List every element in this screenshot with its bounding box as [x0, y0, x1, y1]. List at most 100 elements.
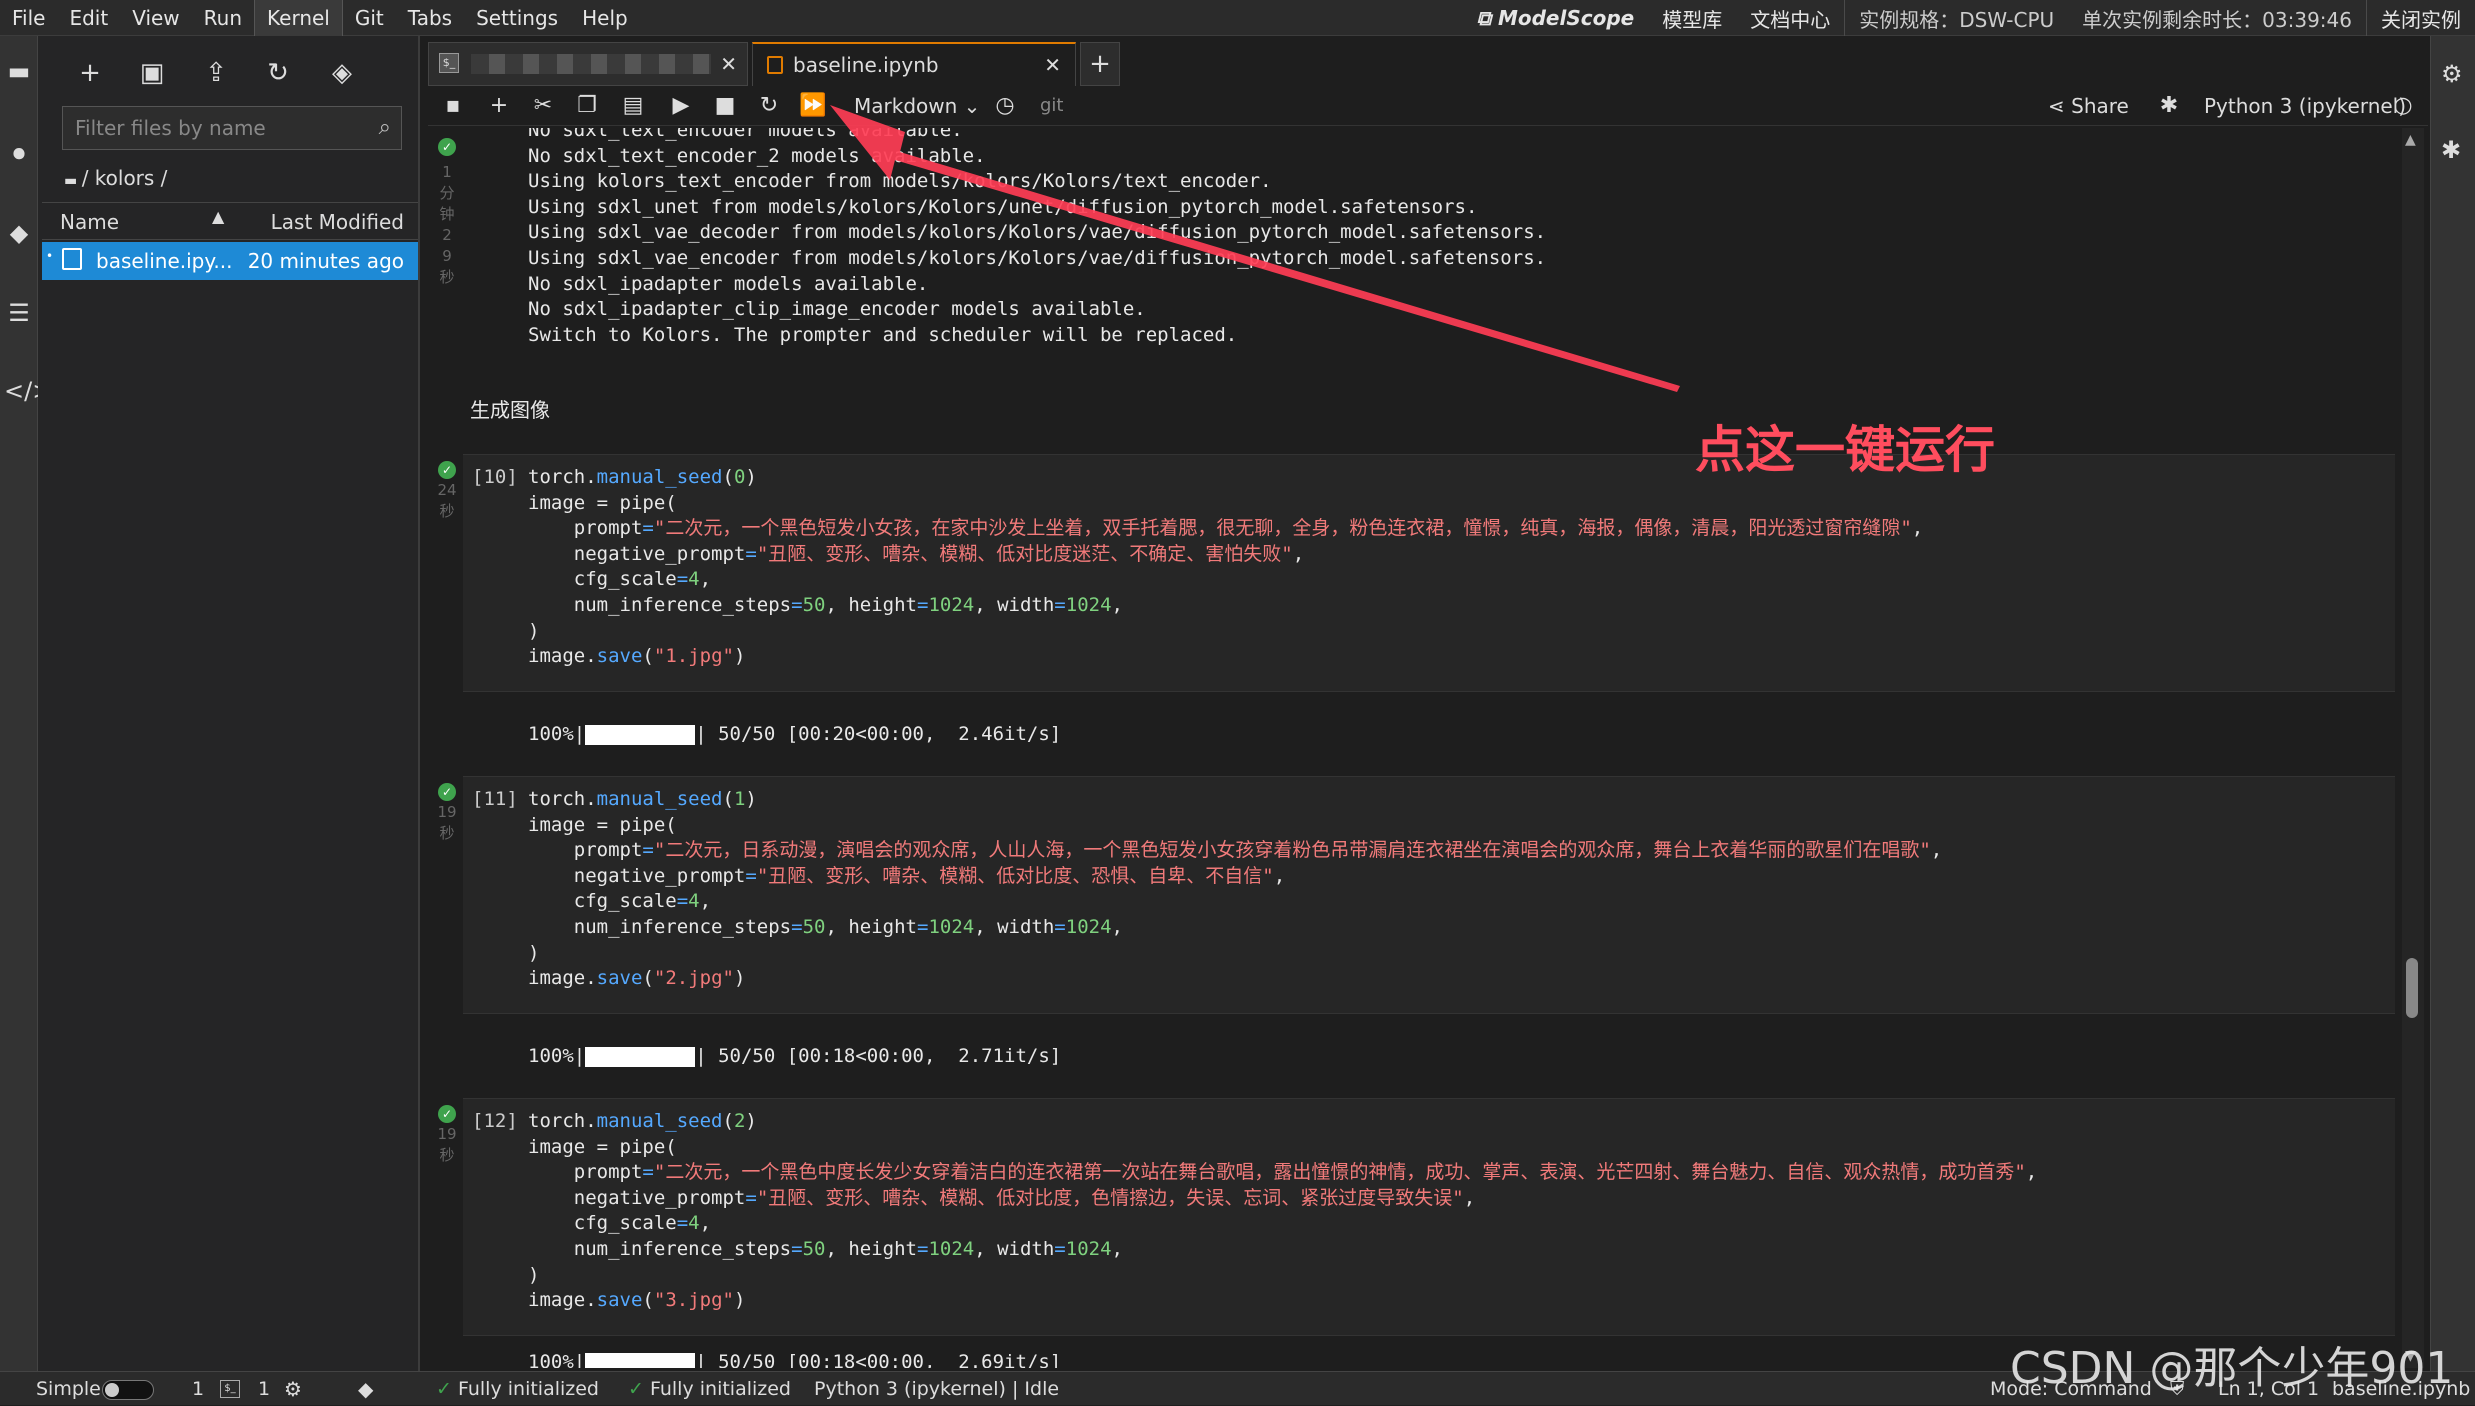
- menu-help[interactable]: Help: [570, 0, 640, 36]
- paste-icon[interactable]: ▤: [618, 90, 648, 122]
- close-icon[interactable]: ✕: [1044, 44, 1061, 86]
- table-of-contents-icon[interactable]: ☰: [4, 298, 34, 328]
- insert-cell-icon[interactable]: +: [484, 90, 514, 122]
- file-filter-input[interactable]: Filter files by name ⌕: [62, 106, 402, 150]
- modelscope-logo-icon: ⧉: [1476, 6, 1498, 30]
- code-cell[interactable]: [11] torch.manual_seed(1) image = pipe( p…: [463, 776, 2395, 1014]
- markdown-heading: 生成图像: [470, 398, 550, 422]
- menu-settings[interactable]: Settings: [464, 0, 570, 36]
- git-icon[interactable]: ◆: [4, 218, 34, 248]
- refresh-icon[interactable]: ↻: [260, 58, 296, 88]
- cell-prompt: [12]: [472, 1110, 518, 1132]
- kernel-status[interactable]: Python 3 (ipykernel) | Idle: [814, 1372, 1059, 1406]
- tab-baseline[interactable]: baseline.ipynb ✕: [752, 42, 1076, 86]
- column-last-modified[interactable]: Last Modified: [271, 210, 404, 234]
- running-stop-icon[interactable]: ⏺: [4, 138, 34, 168]
- new-launcher-icon[interactable]: +: [72, 58, 108, 88]
- code-editor[interactable]: torch.manual_seed(1) image = pipe( prompt…: [528, 787, 1942, 992]
- progress-bar: [585, 724, 696, 745]
- progress-output: 100%| | 50/50 [00:18<00:00, 2.71it/s]: [528, 1045, 1062, 1067]
- folder-small-icon: ▬: [64, 173, 82, 189]
- run-time-label: 24 秒: [437, 481, 457, 520]
- progress-bar: [585, 1352, 696, 1368]
- code-snippet-icon[interactable]: </>: [4, 376, 52, 406]
- watermark: CSDN @那个少年901: [2010, 1343, 2454, 1394]
- menu-edit[interactable]: Edit: [57, 0, 120, 36]
- notebook-panel[interactable]: ✓ 1分 钟2 9秒 No sdxl_text_encoder models ava…: [428, 128, 2408, 1368]
- menu-bar: File Edit View Run Kernel Git Tabs Setti…: [0, 0, 2475, 36]
- annotation-text: 点这一键运行: [1695, 421, 1995, 479]
- menu-file[interactable]: File: [0, 0, 57, 36]
- file-browser: + ▣ ⇪ ↻ ◈ Filter files by name ⌕ ▬ / kol…: [38, 36, 420, 1371]
- run-time-label: 1分 钟2 9秒: [439, 163, 455, 286]
- search-icon: ⌕: [378, 115, 391, 140]
- menu-tabs[interactable]: Tabs: [396, 0, 464, 36]
- lsp-status-2[interactable]: ✓ Fully initialized: [628, 1372, 791, 1406]
- share-button[interactable]: ⋖ Share: [2048, 90, 2129, 122]
- scroll-thumb[interactable]: [2406, 958, 2418, 1018]
- new-folder-icon[interactable]: ▣: [134, 58, 170, 88]
- column-name[interactable]: Name: [60, 210, 119, 234]
- progress-output: 100%| | 50/50 [00:18<00:00, 2.69it/s]: [528, 1350, 1061, 1368]
- menu-kernel[interactable]: Kernel: [254, 0, 343, 36]
- check-icon: ✓: [438, 1105, 456, 1123]
- notebook-scrollbar[interactable]: ▲ ▼: [2402, 128, 2424, 1368]
- restart-icon[interactable]: ↻: [754, 90, 784, 122]
- tab-terminal[interactable]: $_ ✕: [428, 42, 748, 86]
- cut-icon[interactable]: ✂: [528, 90, 558, 122]
- docs-center-link[interactable]: 文档中心: [1736, 4, 1844, 33]
- restart-run-all-icon[interactable]: ⏩: [798, 90, 828, 122]
- menu-view[interactable]: View: [120, 0, 191, 36]
- cell-prompt: [11]: [472, 788, 518, 810]
- model-library-link[interactable]: 模型库: [1648, 4, 1736, 33]
- close-icon[interactable]: ✕: [720, 43, 737, 85]
- code-cell[interactable]: [12] torch.manual_seed(2) image = pipe( p…: [463, 1098, 2395, 1336]
- property-inspector-icon[interactable]: ⚙: [2441, 60, 2463, 88]
- lsp-status[interactable]: ✓ Fully initialized: [436, 1372, 599, 1406]
- terminal-icon: $_: [439, 53, 459, 73]
- menu-run[interactable]: Run: [192, 0, 254, 36]
- kernel-name[interactable]: Python 3 (ipykernel): [2204, 90, 2406, 122]
- menu-git[interactable]: Git: [343, 0, 396, 36]
- share-icon: ⋖: [2048, 94, 2072, 118]
- tab-bar: $_ ✕ baseline.ipynb ✕ +: [428, 42, 2408, 86]
- save-icon[interactable]: ▪: [438, 90, 468, 122]
- chevron-down-icon: ⌄: [957, 94, 981, 118]
- code-editor[interactable]: torch.manual_seed(0) image = pipe( prompt…: [528, 465, 1923, 670]
- modelscope-logo[interactable]: ⧉ ModelScope: [1463, 6, 1649, 30]
- stop-icon[interactable]: ■: [710, 90, 740, 122]
- close-instance-button[interactable]: 关闭实例: [2367, 4, 2475, 33]
- breadcrumb[interactable]: ▬ / kolors /: [64, 166, 167, 190]
- file-row-baseline[interactable]: • baseline.ipy... 20 minutes ago: [42, 242, 418, 280]
- code-cell[interactable]: [10] torch.manual_seed(0) image = pipe( p…: [463, 454, 2395, 692]
- upload-icon[interactable]: ⇪: [198, 58, 234, 88]
- terminal-icon[interactable]: $_: [220, 1380, 240, 1398]
- kernel-chip-icon[interactable]: ⚙: [284, 1372, 302, 1406]
- git-status-icon[interactable]: ◆: [358, 1372, 373, 1406]
- code-editor[interactable]: torch.manual_seed(2) image = pipe( prompt…: [528, 1109, 2037, 1314]
- clock-icon[interactable]: ◷: [990, 90, 1020, 122]
- scroll-up-icon[interactable]: ▲: [2405, 132, 2416, 148]
- run-icon[interactable]: ▶: [666, 90, 696, 122]
- debugger-icon[interactable]: ✱: [2441, 136, 2461, 164]
- bug-icon[interactable]: ✱: [2154, 90, 2184, 122]
- file-name: baseline.ipy...: [96, 249, 233, 273]
- lsp-check-icon: ✓: [436, 1378, 458, 1400]
- terminal-count: 1: [192, 1378, 205, 1400]
- new-tab-button[interactable]: +: [1080, 42, 1120, 86]
- cell-output-log: No sdxl_text_encoder models available. No…: [528, 128, 1547, 346]
- git-diff-button[interactable]: git: [1040, 90, 1063, 122]
- copy-icon[interactable]: ❐: [572, 90, 602, 122]
- git-clone-icon[interactable]: ◈: [324, 58, 360, 88]
- kernel-status-icon: ○: [2393, 93, 2413, 118]
- right-sidebar: ⚙ ✱: [2430, 36, 2475, 1371]
- filter-placeholder: Filter files by name: [75, 116, 266, 140]
- file-list-header: Name ▲ Last Modified: [42, 202, 418, 240]
- menu-right: ⧉ ModelScope 模型库 文档中心 实例规格：DSW-CPU 单次实例剩…: [1463, 0, 2475, 36]
- sort-up-icon[interactable]: ▲: [212, 207, 224, 226]
- left-activity-bar: ▬ ⏺ ◆ ☰ </>: [0, 36, 52, 1371]
- cell-type-select[interactable]: Markdown ⌄: [854, 90, 980, 122]
- folder-icon[interactable]: ▬: [4, 56, 34, 86]
- progress-output: 100%| | 50/50 [00:20<00:00, 2.46it/s]: [528, 723, 1062, 745]
- simple-mode-toggle[interactable]: [102, 1380, 154, 1400]
